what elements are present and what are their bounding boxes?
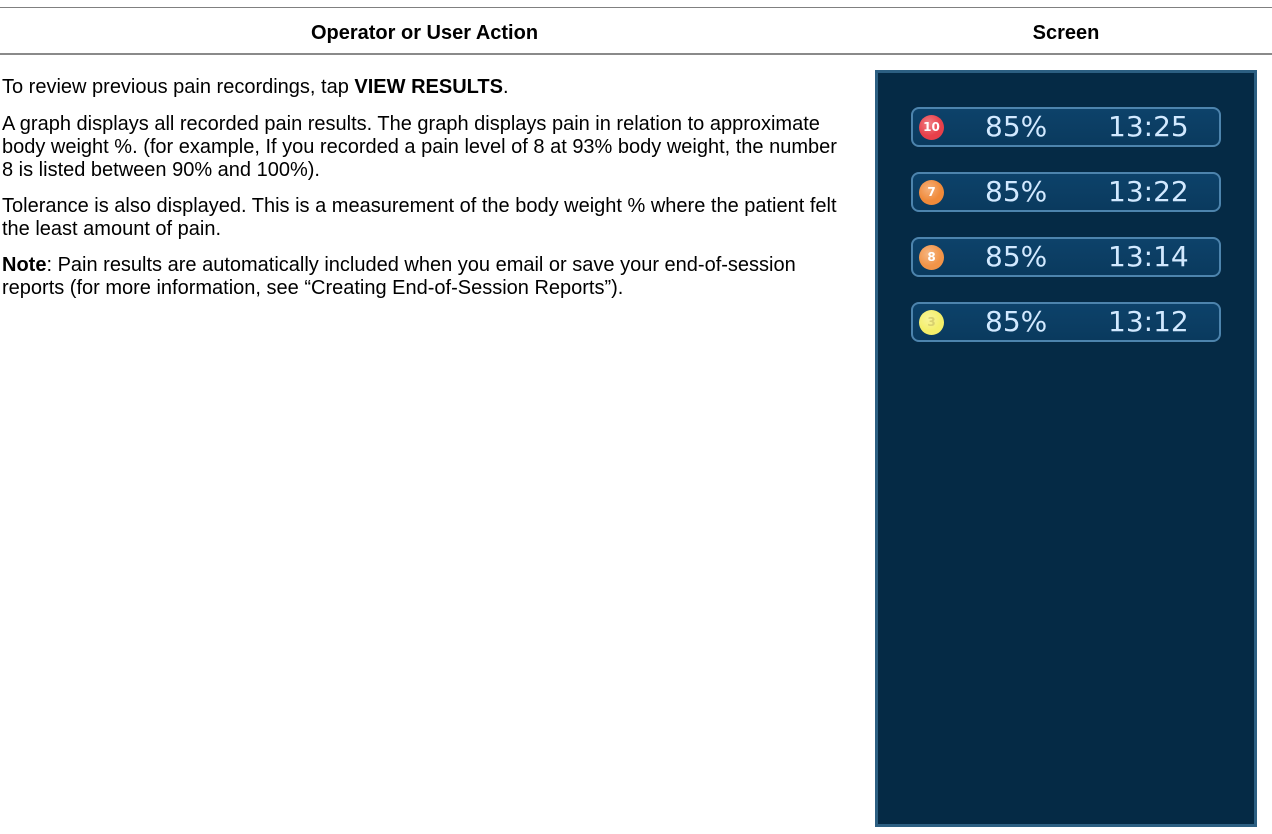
record-time: 13:14 (1108, 240, 1189, 273)
record-time: 13:22 (1108, 175, 1189, 208)
view-results-term: VIEW RESULTS (354, 76, 503, 98)
pain-result-row[interactable]: 7 85% 13:22 (911, 172, 1221, 212)
record-time: 13:12 (1108, 305, 1189, 338)
table-top-rule (0, 7, 1272, 8)
header-rule (0, 53, 1272, 55)
pain-result-row[interactable]: 10 85% 13:25 (911, 107, 1221, 147)
pain-level-badge: 7 (919, 180, 944, 205)
pain-level-badge: 3 (919, 310, 944, 335)
note-label: Note (2, 254, 47, 276)
body-weight-percent: 85% (985, 175, 1048, 208)
device-screen-panel: 10 85% 13:25 7 85% 13:22 8 85% 13:14 3 8… (875, 70, 1257, 827)
instruction-tolerance: Tolerance is also displayed. This is a m… (2, 195, 837, 240)
instruction-text: To review previous pain recordings, tap … (2, 76, 847, 313)
body-weight-percent: 85% (985, 110, 1048, 143)
pain-result-row[interactable]: 3 85% 13:12 (911, 302, 1221, 342)
instruction-note: Note: Pain results are automatically inc… (2, 254, 796, 299)
column-header-action: Operator or User Action (310, 22, 539, 44)
record-time: 13:25 (1108, 110, 1189, 143)
column-header-screen: Screen (1032, 22, 1100, 44)
instruction-view-results: To review previous pain recordings, tap … (2, 76, 509, 98)
body-weight-percent: 85% (985, 305, 1048, 338)
pain-level-badge: 10 (919, 115, 944, 140)
instruction-graph: A graph displays all recorded pain resul… (2, 113, 837, 181)
pain-level-badge: 8 (919, 245, 944, 270)
pain-result-row[interactable]: 8 85% 13:14 (911, 237, 1221, 277)
body-weight-percent: 85% (985, 240, 1048, 273)
